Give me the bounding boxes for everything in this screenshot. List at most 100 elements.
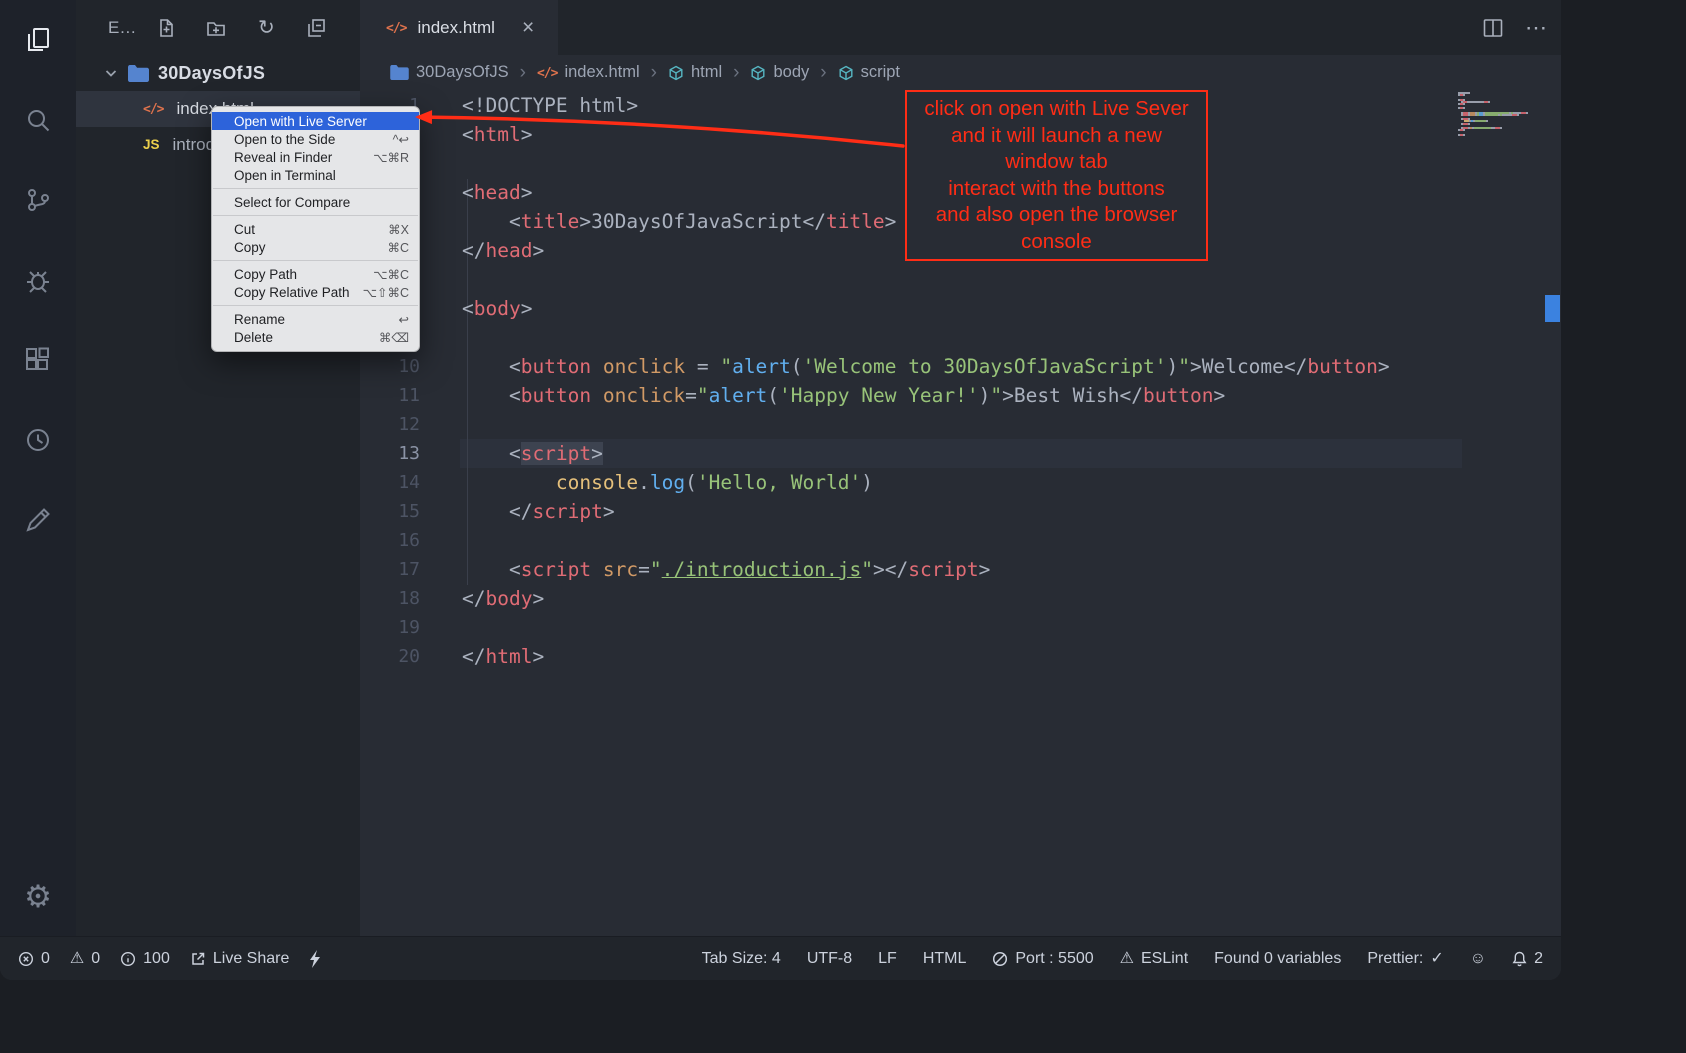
- status-html[interactable]: HTML: [923, 950, 967, 968]
- status-bell-2[interactable]: 2: [1512, 950, 1543, 968]
- status-live-share-live-share[interactable]: Live Share: [190, 950, 290, 968]
- folder-icon: [128, 65, 149, 82]
- folder-row-30daysofjs[interactable]: 30DaysOfJS: [76, 55, 360, 91]
- bolt-icon: [309, 950, 322, 968]
- code-line-7[interactable]: 7: [360, 265, 1561, 294]
- menu-item-shortcut: ↩: [399, 312, 409, 327]
- token: script: [908, 558, 978, 581]
- token: body: [474, 297, 521, 320]
- status-warning-0[interactable]: ⚠0: [70, 950, 100, 968]
- token: >: [532, 645, 544, 668]
- menu-separator: [213, 305, 418, 306]
- collapse-all-button[interactable]: [304, 16, 328, 40]
- status-info-100[interactable]: 100: [120, 950, 170, 968]
- edit-session-icon: [23, 505, 53, 535]
- close-icon[interactable]: ×: [522, 17, 534, 38]
- code-line-11[interactable]: 11 <button onclick="alert('Happy New Yea…: [360, 381, 1561, 410]
- activity-extensions-button[interactable]: [0, 320, 76, 400]
- refresh-button[interactable]: ↻: [254, 16, 278, 40]
- breadcrumb-30daysofjs[interactable]: 30DaysOfJS: [390, 63, 509, 82]
- menu-item-cut[interactable]: Cut⌘X: [212, 220, 419, 238]
- code-text: </script>: [420, 497, 615, 526]
- menu-item-shortcut: ^↩: [393, 132, 409, 147]
- menu-item-open-to-the-side[interactable]: Open to the Side ^↩: [212, 130, 419, 148]
- code-line-14[interactable]: 14 console.log('Hello, World'): [360, 468, 1561, 497]
- breadcrumb-script[interactable]: script: [838, 63, 900, 82]
- status-error-0[interactable]: 0: [18, 950, 50, 968]
- status-lf[interactable]: LF: [878, 950, 897, 968]
- menu-item-copy[interactable]: Copy⌘C: [212, 238, 419, 256]
- scrollbar-marker[interactable]: [1545, 295, 1560, 322]
- activity-source-control-button[interactable]: [0, 160, 76, 240]
- code-line-17[interactable]: 17 <script src="./introduction.js"></scr…: [360, 555, 1561, 584]
- token: [462, 471, 556, 494]
- menu-separator: [213, 188, 418, 189]
- status-label: UTF-8: [807, 950, 852, 968]
- activity-run-debug-button[interactable]: [0, 240, 76, 320]
- status-smiley[interactable]: ☺: [1470, 951, 1486, 967]
- code-line-10[interactable]: 10 <button onclick = "alert('Welcome to …: [360, 352, 1561, 381]
- minimap-token: [1486, 120, 1488, 122]
- status-warning-eslint[interactable]: ⚠ESLint: [1120, 950, 1188, 968]
- code-line-15[interactable]: 15 </script>: [360, 497, 1561, 526]
- token: </: [1284, 355, 1307, 378]
- code-line-9[interactable]: 9: [360, 323, 1561, 352]
- menu-item-select-for-compare[interactable]: Select for Compare: [212, 193, 419, 211]
- editor-actions: ⋯: [1481, 0, 1547, 55]
- activity-explorer-button[interactable]: [0, 0, 76, 80]
- activity-settings-gear-button[interactable]: ⚙: [0, 856, 76, 936]
- new-folder-button[interactable]: [204, 16, 228, 40]
- status-bolt[interactable]: [309, 950, 322, 968]
- breadcrumb-html[interactable]: html: [668, 63, 722, 82]
- activity-history-button[interactable]: [0, 400, 76, 480]
- symbol-icon: [838, 65, 854, 81]
- menu-item-label: Cut: [234, 222, 255, 237]
- code-text: <html>: [420, 120, 532, 149]
- code-line-13[interactable]: 13 <script>: [360, 439, 1561, 468]
- code-line-20[interactable]: 20</html>: [360, 642, 1561, 671]
- menu-item-reveal-in-finder[interactable]: Reveal in Finder⌥⌘R: [212, 148, 419, 166]
- code-line-18[interactable]: 18</body>: [360, 584, 1561, 613]
- token: 'Hello, World': [697, 471, 861, 494]
- menu-item-delete[interactable]: Delete⌘⌫: [212, 328, 419, 346]
- menu-item-copy-relative-path[interactable]: Copy Relative Path⌥⇧⌘C: [212, 283, 419, 301]
- menu-item-open-with-live-server[interactable]: Open with Live Server: [212, 112, 419, 130]
- breadcrumb-label: body: [773, 63, 809, 82]
- token: button: [521, 384, 591, 407]
- menu-item-label: Open to the Side: [234, 132, 335, 147]
- activity-search-button[interactable]: [0, 80, 76, 160]
- code-line-16[interactable]: 16: [360, 526, 1561, 555]
- annotation-text: interact with the buttons: [907, 176, 1206, 203]
- menu-item-copy-path[interactable]: Copy Path⌥⌘C: [212, 265, 419, 283]
- menu-item-rename[interactable]: Rename↩: [212, 310, 419, 328]
- token: </: [802, 210, 825, 233]
- token: head: [474, 181, 521, 204]
- breadcrumb-body[interactable]: body: [750, 63, 809, 82]
- activity-edit-session-button[interactable]: [0, 480, 76, 560]
- activity-bar-bottom: ⚙: [0, 856, 76, 936]
- status-utf-8[interactable]: UTF-8: [807, 950, 852, 968]
- code-line-19[interactable]: 19: [360, 613, 1561, 642]
- tab-index-html[interactable]: </> index.html ×: [360, 0, 558, 55]
- refresh-icon: ↻: [258, 18, 275, 38]
- breadcrumb-label: script: [861, 63, 900, 82]
- more-actions-icon[interactable]: ⋯: [1525, 17, 1547, 39]
- split-editor-icon[interactable]: [1481, 16, 1505, 40]
- menu-item-open-in-terminal[interactable]: Open in Terminal: [212, 166, 419, 184]
- new-file-button[interactable]: [154, 16, 178, 40]
- status-prettier[interactable]: Prettier:✓: [1367, 950, 1443, 968]
- status-found-0-variables[interactable]: Found 0 variables: [1214, 950, 1341, 968]
- error-icon: [18, 951, 34, 967]
- minimap-token: [1485, 114, 1498, 116]
- explorer-header: E… ↻: [76, 0, 360, 55]
- html-icon: </>: [143, 100, 163, 118]
- status-circle-slash-port-5500[interactable]: Port : 5500: [992, 950, 1093, 968]
- code-line-12[interactable]: 12: [360, 410, 1561, 439]
- breadcrumb-index-html[interactable]: </>index.html: [537, 63, 640, 82]
- code-line-8[interactable]: 8<body>: [360, 294, 1561, 323]
- status-tab-size-4[interactable]: Tab Size: 4: [702, 950, 781, 968]
- token: log: [650, 471, 685, 494]
- minimap[interactable]: [1458, 92, 1544, 136]
- minimap-token: [1463, 94, 1465, 96]
- token: =: [638, 558, 650, 581]
